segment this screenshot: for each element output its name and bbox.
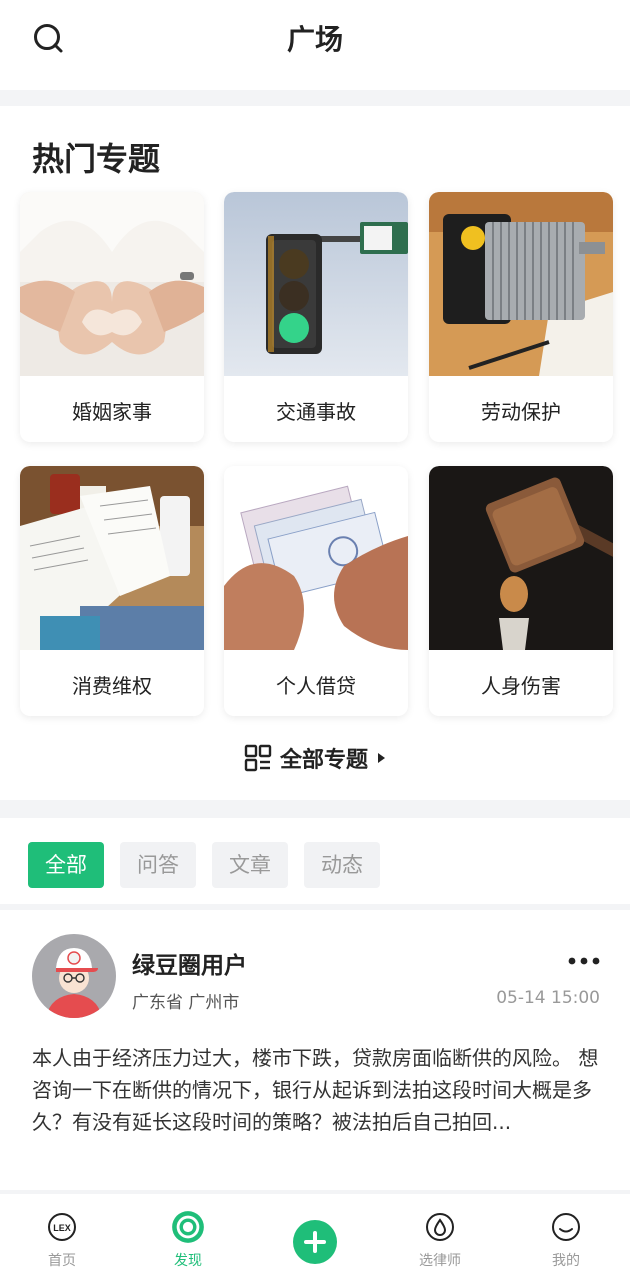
svg-text:LEX: LEX [53,1223,71,1233]
header: 广场 [0,0,630,90]
section-title: 热门专题 [32,140,161,178]
all-topics-button[interactable]: 全部专题 [244,742,386,774]
drop-icon [426,1213,454,1241]
topic-label: 消费维权 [72,674,152,698]
topic-image-injury [429,466,613,650]
post-card[interactable]: 绿豆圈用户 广东省 广州市 05-14 15:00 本人由于经济压力过大，楼市下… [0,910,630,1190]
topic-label: 交通事故 [276,400,356,424]
smile-icon [552,1213,580,1241]
topic-image-marriage [20,192,204,376]
topic-label: 劳动保护 [481,400,561,424]
nav-label: 发现 [174,1253,202,1269]
nav-label: 我的 [552,1253,580,1269]
topic-card-loans[interactable]: 个人借贷 [224,466,408,716]
bottom-nav: LEX 首页 发现 选律师 我的 [0,1194,630,1280]
topic-card-consumer[interactable]: 消费维权 [20,466,204,716]
topic-card-marriage[interactable]: 婚姻家事 [20,192,204,442]
add-button[interactable] [293,1220,337,1264]
post-body: 本人由于经济压力过大，楼市下跌，贷款房面临断供的风险。 想咨询一下在断供的情况下… [32,1046,599,1134]
avatar[interactable] [32,934,116,1018]
nav-item-lawyer[interactable]: 选律师 [395,1194,485,1280]
tab-updates[interactable]: 动态 [304,842,380,888]
hot-topics-section: 热门专题 婚姻家事 交通事故 劳动保护 消费维权 个人借贷 人身伤害 全部专题 [0,106,630,800]
nav-label: 首页 [48,1253,76,1269]
post-timestamp: 05-14 15:00 [496,988,600,1008]
tab-all[interactable]: 全部 [28,842,104,888]
nav-item-home[interactable]: LEX 首页 [17,1194,107,1280]
more-options-icon[interactable] [566,954,602,968]
caret-right-icon [378,753,385,763]
topic-image-traffic [224,192,408,376]
post-username[interactable]: 绿豆圈用户 [132,946,247,980]
topic-card-labor[interactable]: 劳动保护 [429,192,613,442]
tab-articles[interactable]: 文章 [212,842,288,888]
nav-item-profile[interactable]: 我的 [521,1194,611,1280]
topic-label: 婚姻家事 [72,400,152,424]
lex-home-icon: LEX [48,1213,76,1241]
feed-tabs: 全部 问答 文章 动态 [0,818,630,904]
topic-image-labor [429,192,613,376]
all-topics-label: 全部专题 [279,748,368,773]
nav-item-discover[interactable]: 发现 [143,1194,233,1280]
tab-qa[interactable]: 问答 [120,842,196,888]
discover-icon [172,1211,204,1243]
topic-label: 个人借贷 [276,674,356,698]
topic-image-consumer [20,466,204,650]
topic-image-loans [224,466,408,650]
nav-label: 选律师 [419,1253,461,1269]
topic-card-traffic[interactable]: 交通事故 [224,192,408,442]
topic-card-injury[interactable]: 人身伤害 [429,466,613,716]
topic-label: 人身伤害 [481,674,561,698]
grid-icon [244,744,272,772]
plus-icon [304,1231,326,1253]
post-location: 广东省 广州市 [132,993,240,1013]
page-title: 广场 [276,18,354,64]
